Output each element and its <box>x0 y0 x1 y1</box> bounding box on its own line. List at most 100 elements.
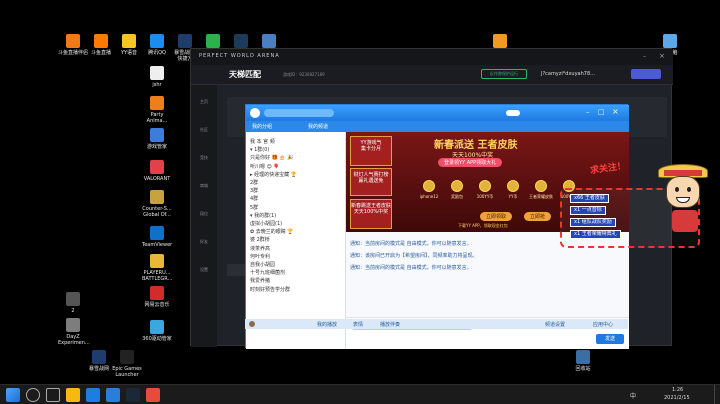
channel-tree-item[interactable]: 5群 <box>250 204 258 211</box>
username[interactable]: J?camyzi*dxuyah78... <box>541 71 595 77</box>
desktop-icon[interactable]: 360驱动管家 <box>142 320 172 342</box>
pw-sidebar-item[interactable]: 商城 <box>198 183 210 193</box>
grab-button[interactable]: 立即抢 <box>524 212 552 221</box>
prize-item[interactable]: 奖励包 <box>444 180 470 200</box>
clock-time[interactable]: 1:26 <box>672 387 683 393</box>
toggle-switch[interactable] <box>506 110 520 116</box>
app-download[interactable]: 下载YY APP，领取现金红包 <box>458 223 508 229</box>
prize-item[interactable]: 王者荣耀皮肤 <box>528 180 554 200</box>
prize-item[interactable]: YY币 <box>500 180 526 200</box>
channel-tree-item[interactable]: 4群 <box>250 195 258 202</box>
explorer-icon[interactable] <box>66 388 80 402</box>
channel-tree-item[interactable]: ▸ 经理的快递宝藏 🏆 <box>250 171 297 178</box>
search-icon[interactable] <box>26 388 40 402</box>
desktop-icon[interactable]: TeamViewer <box>142 226 172 248</box>
desktop-icon[interactable]: Counter-S... Global Of... <box>142 190 172 218</box>
pw-sidebar-item[interactable]: 竞技 <box>198 155 210 165</box>
avatar[interactable] <box>250 108 260 118</box>
channel-tree-item[interactable]: 自我小胡园 <box>250 261 275 268</box>
prize-icon <box>451 180 463 192</box>
app-task-icon[interactable] <box>106 388 120 402</box>
promo-login-button[interactable]: 登录领YY APP领取大礼 <box>438 158 503 167</box>
channel-tree-item[interactable]: 2群 <box>250 179 258 186</box>
yy-titlebar: – □ × <box>246 105 629 121</box>
desktop-icon[interactable]: 网易云音乐 <box>142 286 172 308</box>
channel-tree-item[interactable]: 我 本 官 频 <box>250 138 275 145</box>
channel-tree-item[interactable]: 只是你好 🎁 🎂 🎉 <box>250 154 293 161</box>
channel-tree-item[interactable]: 十号九班细菌剂 <box>250 269 285 276</box>
user-avatar[interactable] <box>249 321 255 327</box>
play-accompaniment[interactable]: 我的播放 <box>317 321 337 328</box>
app-icon <box>150 254 164 268</box>
ime-indicator[interactable]: 中 <box>630 391 636 400</box>
pw-sidebar-item[interactable]: 社区 <box>198 127 210 137</box>
pw-sidebar: 主页社区竞技商城段位好友设置 <box>191 85 217 347</box>
desktop-icon[interactable]: 斗鱼直播伴侣 <box>58 34 88 56</box>
close-icon[interactable]: × <box>612 107 619 116</box>
desktop-icon[interactable]: 暴雪战网 <box>84 350 114 372</box>
channel-tree-item[interactable]: 何叶专利 <box>250 253 270 260</box>
gift-line-4: x1 王者荣耀特典礼 <box>570 230 621 239</box>
promo-card-1[interactable]: YY游戏气 集卡分月 <box>350 136 392 166</box>
desktop-icon[interactable]: VALORANT <box>142 160 172 182</box>
channel-tree-item[interactable]: 时刻好预告学分群 <box>250 286 290 293</box>
channel-tree-item[interactable]: 我爱养猪 <box>250 277 270 284</box>
channel-tree-item[interactable]: ✿ 去晚兰的眼睛 🏆 <box>250 228 294 235</box>
clock-date[interactable]: 2021/2/15 <box>664 395 690 401</box>
desktop-icon[interactable]: jshr <box>142 66 172 88</box>
channel-tree-item[interactable]: ▾ 1群(0) <box>250 146 269 153</box>
chat-message: 通知：当前房间的模式是 自由模式，你可以随意发言。 <box>350 265 472 271</box>
desktop-icon[interactable]: YY语音 <box>114 34 144 56</box>
send-button[interactable]: 发送 <box>596 334 624 344</box>
start-icon[interactable] <box>6 388 20 402</box>
task-view-icon[interactable] <box>46 388 60 402</box>
prize-item[interactable]: 100YY币 <box>472 180 498 200</box>
channel-tree-item[interactable]: 3群 <box>250 187 258 194</box>
pw-sidebar-item[interactable]: 主页 <box>198 99 210 109</box>
desktop-icon-label: Party Anima... <box>146 112 168 124</box>
app-icon <box>150 160 164 174</box>
app-icon <box>262 34 276 48</box>
app-task-icon-2[interactable] <box>146 388 160 402</box>
channel-settings[interactable]: 频道设置 <box>545 321 565 328</box>
channel-tree-item[interactable]: 婆 2群桥 <box>250 236 270 243</box>
channel-tree-item[interactable]: 听川嗯 😊 🎈 <box>250 163 280 170</box>
pw-sidebar-item[interactable]: 设置 <box>198 267 210 277</box>
maximize-icon[interactable]: □ <box>598 108 605 116</box>
channel-tree-item[interactable]: 虚拟小胡园(1) <box>250 220 282 227</box>
minimize-icon[interactable]: – <box>643 53 646 60</box>
desktop-icon[interactable]: PLAYERU... BATTLEGR... <box>142 254 172 282</box>
channel-tree-item[interactable]: 液茶养高 <box>250 245 270 252</box>
desktop-icon-recycle[interactable]: 回收站 <box>568 350 598 372</box>
minimize-icon[interactable]: – <box>586 108 590 116</box>
desktop-icon[interactable]: Epic Games Launcher <box>112 350 142 378</box>
channel-tree-item[interactable]: ▾ 我的群(1) <box>250 212 276 219</box>
app-center[interactable]: 应用中心 <box>593 321 613 328</box>
desktop-icon[interactable]: DayZ Experimen... <box>58 318 90 346</box>
friend-button[interactable] <box>631 69 661 79</box>
desktop-icon[interactable]: 2 <box>58 292 88 314</box>
prize-icon <box>507 180 519 192</box>
promo-card-2[interactable]: 财灯人气赛打榜 赢礼遇送免 <box>350 168 392 196</box>
prize-item[interactable]: iphone12 <box>416 180 442 199</box>
show-desktop[interactable] <box>714 385 720 404</box>
desktop-icon-label: 斗鱼直播 <box>90 50 111 56</box>
desktop-icon[interactable]: Party Anima... <box>142 96 172 124</box>
pw-sidebar-item[interactable]: 好友 <box>198 239 210 249</box>
app-icon <box>66 292 80 306</box>
desktop-icon[interactable]: 斗鱼直播 <box>86 34 116 56</box>
desktop-icon-label: Counter-S... Global Of... <box>142 206 172 218</box>
desktop-icon[interactable]: 游戏管家 <box>142 128 172 150</box>
desktop-icon[interactable]: 腾讯QQ <box>142 34 172 56</box>
accompaniment-button[interactable]: 播放伴奏 <box>380 321 400 328</box>
pw-sidebar-item[interactable]: 段位 <box>198 211 210 221</box>
close-icon[interactable]: × <box>659 52 665 60</box>
claim-button[interactable]: 立即领取 <box>480 212 513 221</box>
emoji-button[interactable]: 表情 <box>353 321 363 328</box>
promo-card-3[interactable]: 新春跳送王者皮肤 天天100%中奖 <box>350 199 392 229</box>
yy-task-icon[interactable] <box>86 388 100 402</box>
steam-task-icon[interactable] <box>126 388 140 402</box>
gift-line-2: x1 一点音标 <box>570 206 606 215</box>
app-icon <box>234 34 248 48</box>
pw-brand: PERFECT WORLD ARENA <box>199 53 280 59</box>
